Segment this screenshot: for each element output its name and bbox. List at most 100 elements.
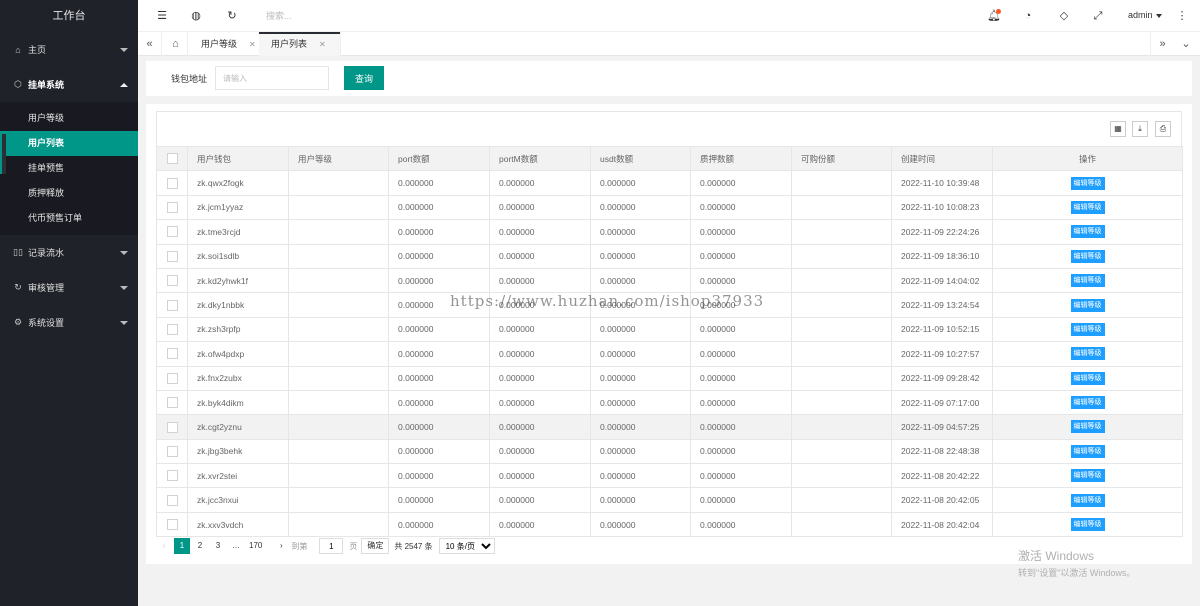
row-checkbox[interactable] [166, 250, 178, 262]
sidebar-subitem-user-level[interactable]: 用户等级 [0, 106, 138, 131]
row-checkbox[interactable] [166, 470, 178, 482]
next-page-icon[interactable]: › [273, 538, 289, 554]
cell-actions: 编辑等级 [992, 365, 1183, 391]
globe-icon[interactable]: ◍ [188, 8, 204, 24]
edit-level-button[interactable]: 编辑等级 [1070, 249, 1105, 263]
close-icon[interactable]: ✕ [319, 40, 326, 49]
edit-level-button[interactable]: 编辑等级 [1070, 444, 1105, 458]
more-vertical-icon[interactable]: ⋮ [1174, 8, 1190, 24]
user-name: admin [1128, 10, 1153, 20]
row-checkbox[interactable] [166, 299, 178, 311]
cell-share [791, 243, 892, 269]
row-checkbox[interactable] [166, 324, 178, 336]
sidebar-item-records[interactable]: ▯▯ 记录流水 [0, 235, 138, 270]
cell-actions: 编辑等级 [992, 316, 1183, 343]
page-2[interactable]: 2 [192, 538, 208, 554]
cell-actions: 编辑等级 [992, 194, 1183, 221]
cell-usdt: 0.000000 [590, 267, 691, 294]
row-checkbox[interactable] [166, 421, 178, 433]
edit-level-button[interactable]: 编辑等级 [1070, 322, 1105, 336]
goto-page-input[interactable] [319, 538, 344, 554]
row-checkbox[interactable] [166, 226, 178, 238]
print-icon[interactable]: ⎙ [1155, 121, 1171, 137]
sidebar-item-order-system[interactable]: ⬡ 挂单系统 [0, 67, 138, 102]
goto-confirm-button[interactable]: 确定 [361, 538, 390, 554]
edit-level-button[interactable]: 编辑等级 [1070, 176, 1105, 190]
sidebar: 工作台 ⌂ 主页 ⬡ 挂单系统 用户等级 用户列表 挂单预售 质押释放 代币预售… [0, 0, 138, 606]
cell-pledge: 0.000000 [690, 463, 792, 489]
row-checkbox[interactable] [166, 372, 178, 384]
cell-usdt: 0.000000 [590, 414, 691, 440]
edit-level-button[interactable]: 编辑等级 [1070, 347, 1105, 361]
edit-level-button[interactable]: 编辑等级 [1070, 493, 1105, 507]
row-checkbox[interactable] [166, 275, 178, 287]
edit-level-button[interactable]: 编辑等级 [1070, 396, 1105, 410]
page-last[interactable]: 170 [246, 538, 265, 554]
page-size-select[interactable]: 10 条/页 [438, 538, 495, 554]
tab-scroll-right-icon[interactable]: » [1150, 32, 1174, 56]
refresh-icon[interactable]: ↻ [224, 8, 240, 24]
dashboard-icon[interactable]: ◔ [1020, 8, 1036, 24]
query-button[interactable]: 查询 [344, 66, 384, 90]
fullscreen-icon[interactable]: ⤢ [1090, 8, 1106, 24]
sidebar-subitem-user-list[interactable]: 用户列表 [0, 131, 138, 156]
edit-level-button[interactable]: 编辑等级 [1070, 225, 1105, 239]
edit-level-button[interactable]: 编辑等级 [1070, 274, 1105, 288]
tag-icon[interactable]: ◇ [1056, 8, 1072, 24]
cell-share [791, 170, 892, 196]
cell-usdt: 0.000000 [590, 243, 691, 269]
sidebar-title[interactable]: 工作台 [0, 0, 138, 32]
cell-wallet: zk.kd2yhwk1f [187, 267, 289, 294]
page-1[interactable]: 1 [174, 538, 190, 554]
bell-icon[interactable]: 🔔︎ [986, 8, 1002, 24]
edit-level-button[interactable]: 编辑等级 [1070, 420, 1105, 434]
sidebar-subitem-pledge-release[interactable]: 质押释放 [0, 181, 138, 206]
row-checkbox[interactable] [166, 519, 178, 531]
sidebar-item-home[interactable]: ⌂ 主页 [0, 32, 138, 67]
close-icon[interactable]: ✕ [249, 40, 256, 49]
edit-level-button[interactable]: 编辑等级 [1070, 371, 1105, 385]
export-icon[interactable]: ⤓ [1132, 121, 1148, 137]
cell-usdt: 0.000000 [590, 316, 691, 343]
cell-wallet: zk.qwx2fogk [187, 170, 289, 196]
edit-level-button[interactable]: 编辑等级 [1070, 298, 1105, 312]
edit-level-button[interactable]: 编辑等级 [1070, 518, 1105, 532]
sidebar-item-label: 记录流水 [28, 248, 65, 258]
cell-time: 2022-11-08 20:42:22 [891, 463, 993, 489]
sidebar-subitem-token-presale-orders[interactable]: 代币预售订单 [0, 206, 138, 231]
caret-down-icon [1155, 13, 1162, 18]
table-card: ▦ ⤓ ⎙ 用户钱包 用户等级 port数额 portM数额 usdt数额 质押… [146, 104, 1192, 564]
home-tab-icon[interactable]: ⌂ [164, 32, 188, 56]
edit-level-button[interactable]: 编辑等级 [1070, 200, 1105, 214]
sidebar-subitem-order-presale[interactable]: 挂单预售 [0, 156, 138, 181]
table-row: zk.cgt2yznu 0.000000 0.000000 0.000000 0.000… [156, 414, 1183, 440]
search-input[interactable] [266, 9, 386, 23]
row-checkbox[interactable] [166, 202, 178, 214]
row-checkbox[interactable] [166, 177, 178, 189]
cell-wallet: zk.cgt2yznu [187, 414, 289, 440]
user-menu[interactable]: admin [1128, 10, 1162, 20]
page-3[interactable]: 3 [210, 538, 226, 554]
cell-usdt: 0.000000 [590, 194, 691, 221]
prev-page-icon[interactable]: ‹ [156, 538, 172, 554]
select-all-checkbox[interactable] [166, 153, 178, 165]
select-all-checkbox-cell [156, 145, 188, 172]
row-checkbox[interactable] [166, 446, 178, 457]
row-checkbox[interactable] [166, 348, 178, 360]
tab-user-list[interactable]: 用户列表 ✕ [259, 32, 341, 56]
column-filter-icon[interactable]: ▦ [1110, 121, 1126, 137]
row-checkbox-cell [156, 170, 188, 196]
sidebar-item-review[interactable]: ↻ 审核管理 [0, 270, 138, 305]
row-checkbox[interactable] [166, 397, 178, 409]
edit-level-button[interactable]: 编辑等级 [1070, 469, 1105, 483]
wallet-address-input[interactable] [215, 66, 329, 90]
menu-fold-icon[interactable]: ☰ [154, 8, 170, 24]
cell-usdt: 0.000000 [590, 219, 691, 245]
sidebar-item-settings[interactable]: ⚙ 系统设置 [0, 305, 138, 340]
cell-actions: 编辑等级 [992, 341, 1183, 367]
tab-menu-down-icon[interactable]: ⌄ [1174, 32, 1198, 56]
cell-port: 0.000000 [388, 487, 490, 513]
cell-wallet: zk.ofw4pdxp [187, 341, 289, 367]
tab-scroll-left-icon[interactable]: « [138, 32, 162, 56]
row-checkbox[interactable] [166, 494, 178, 506]
